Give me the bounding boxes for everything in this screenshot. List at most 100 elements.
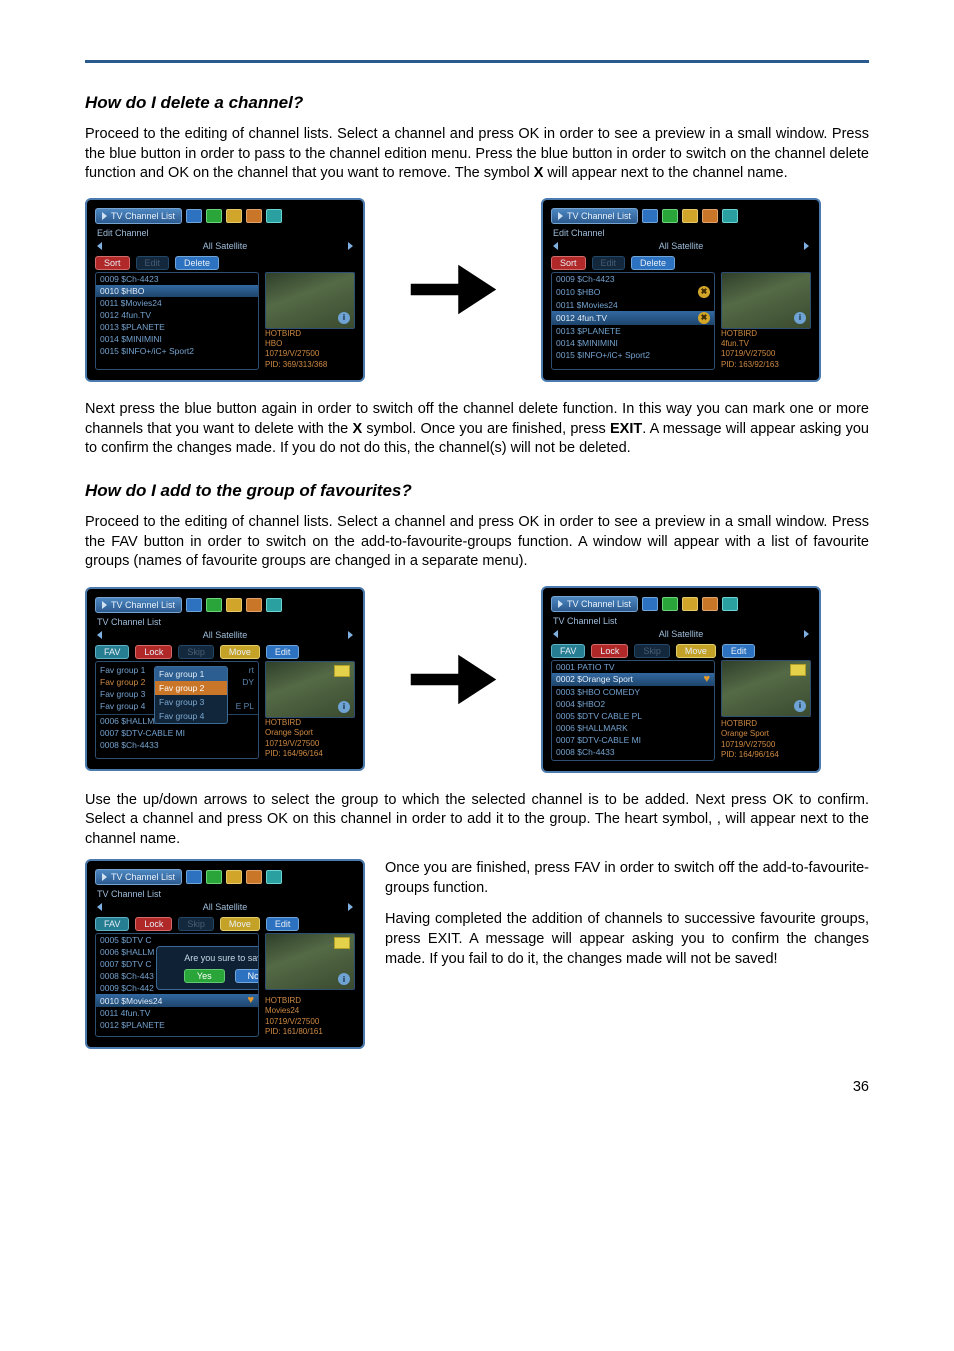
tab-label: TV Channel List [111, 872, 175, 882]
toolbar-icon [722, 597, 738, 611]
fav-popup-row: Fav group 1 [155, 667, 227, 681]
pill-skip: Skip [178, 917, 214, 931]
meta-line: 10719/V/27500 [721, 349, 811, 359]
satellite-name: All Satellite [203, 630, 248, 640]
satellite-selector: All Satellite [95, 629, 355, 641]
screenshot-fav-right: TV Channel List TV Channel List All Sate… [541, 586, 821, 773]
page-number: 36 [85, 1079, 869, 1095]
delete-mark-icon: ✖ [698, 312, 710, 324]
pill-move: Move [676, 644, 716, 658]
satellite-selector: All Satellite [95, 240, 355, 252]
channel-row: 0005 $DTV CABLE PL [552, 710, 714, 722]
channel-row: 0013 $PLANETE [96, 321, 258, 333]
preview-window: i [721, 272, 811, 329]
channel-meta: HOTBIRD Movies24 10719/V/27500 PID: 161/… [265, 996, 355, 1038]
channel-row: 0012 $PLANETE [96, 1019, 258, 1031]
info-icon: i [794, 312, 806, 324]
toolbar-icon [186, 598, 202, 612]
bold-x: X [534, 165, 544, 181]
toolbar-icon [642, 209, 658, 223]
play-icon [102, 212, 107, 220]
channel-row: 0012 4fun.TV [96, 309, 258, 321]
meta-line: 10719/V/27500 [265, 1017, 355, 1027]
para-fav-after-1: Once you are finished, press FAV in orde… [385, 859, 869, 898]
channel-row: 0007 $DTV-CABLE MI [96, 727, 258, 739]
save-dialog: Are you sure to save? Yes No [156, 946, 259, 990]
play-icon [558, 600, 563, 608]
meta-line: PID: 161/80/161 [265, 1027, 355, 1037]
toolbar-icon [226, 598, 242, 612]
satellite-selector: All Satellite [95, 901, 355, 913]
toolbar-icon [206, 870, 222, 884]
heading-delete: How do I delete a channel? [85, 93, 869, 113]
toolbar-icon [246, 598, 262, 612]
chevron-right-icon [804, 242, 809, 250]
page-top-rule [85, 60, 869, 63]
channel-row: 0008 $Ch-4433 [96, 739, 258, 751]
info-icon: i [338, 973, 350, 985]
delete-mark-icon: ✖ [698, 286, 710, 298]
chevron-right-icon [804, 630, 809, 638]
satellite-name: All Satellite [659, 241, 704, 251]
toolbar-icon [226, 870, 242, 884]
fav-group: Fav group 1 [100, 665, 145, 675]
channel-row: 0015 $INFO+/iC+ Sport2 [96, 345, 258, 357]
pill-edit: Edit [266, 917, 300, 931]
channel-row-selected: 0002 $Orange Sport ♥ [552, 673, 714, 686]
arrow-right-icon [406, 632, 501, 727]
tab-tv-channel-list: TV Channel List [95, 208, 182, 224]
text: symbol. Once you are finished, press [362, 421, 610, 437]
pill-delete: Delete [175, 256, 219, 270]
channel-row: 0009 $Ch-4423 [96, 273, 258, 285]
channel-row: 0011 $Movies24 [552, 299, 714, 311]
chevron-right-icon [348, 903, 353, 911]
preview-window: i [265, 272, 355, 329]
toolbar-icon [246, 870, 262, 884]
channel-row-selected: 0010 $HBO [96, 285, 258, 297]
fav-popup-row-selected: Fav group 2 [155, 681, 227, 695]
toolbar-icon [722, 209, 738, 223]
channel-row: 0005 $DTV C [96, 934, 258, 946]
para-delete-intro: Proceed to the editing of channel lists.… [85, 125, 869, 184]
pill-lock: Lock [135, 645, 172, 659]
bg-hint: rt [249, 665, 254, 675]
figure-row-fav: TV Channel List TV Channel List All Sate… [85, 586, 869, 773]
panel-title: Edit Channel [553, 228, 811, 238]
preview-window: i [265, 933, 355, 990]
chevron-right-icon [348, 242, 353, 250]
channel-list: 0009 $Ch-4423 0010 $HBO ✖ 0011 $Movies24… [551, 272, 715, 371]
dialog-no-button: No [235, 969, 259, 983]
meta-line: 10719/V/27500 [265, 349, 355, 359]
bg-hint: DY [242, 677, 254, 687]
channel-row-selected: 0012 4fun.TV ✖ [552, 311, 714, 325]
channel-name: 0010 $HBO [556, 287, 600, 297]
fav-group: Fav group 2 [100, 677, 145, 687]
meta-line: HOTBIRD [265, 996, 355, 1006]
meta-line: 10719/V/27500 [721, 740, 811, 750]
channel-meta: HOTBIRD 4fun.TV 10719/V/27500 PID: 163/9… [721, 329, 811, 371]
channel-list: 0009 $Ch-4423 0010 $HBO 0011 $Movies24 0… [95, 272, 259, 371]
satellite-selector: All Satellite [551, 240, 811, 252]
chevron-left-icon [97, 242, 102, 250]
channel-list: 0005 $DTV C 0006 $HALLM 0007 $DTV C 0008… [95, 933, 259, 1037]
pill-move: Move [220, 917, 260, 931]
channel-row: 0011 $Movies24 [96, 297, 258, 309]
screenshot-edit-right: TV Channel List Edit Channel All Satelli… [541, 198, 821, 383]
channel-name: 0012 4fun.TV [556, 313, 607, 323]
para-fav-mid: Use the up/down arrows to select the gro… [85, 791, 869, 850]
toolbar-icon [206, 598, 222, 612]
fav-group-popup: Fav group 1 Fav group 2 Fav group 3 Fav … [154, 666, 228, 724]
meta-line: PID: 164/96/164 [265, 749, 355, 759]
toolbar-icon [702, 209, 718, 223]
toolbar-icon [642, 597, 658, 611]
tab-label: TV Channel List [111, 211, 175, 221]
channel-row: 0013 $PLANETE [552, 325, 714, 337]
toolbar-icon [226, 209, 242, 223]
panel-title: Edit Channel [97, 228, 355, 238]
bold-x: X [352, 421, 362, 437]
channel-list: Fav group 1 rt Fav group 2 DY Fav group … [95, 661, 259, 760]
channel-list: 0001 PATIO TV 0002 $Orange Sport ♥ 0003 … [551, 660, 715, 761]
para-fav-intro: Proceed to the editing of channel lists.… [85, 513, 869, 572]
panel-title: TV Channel List [97, 889, 355, 899]
chevron-left-icon [553, 630, 558, 638]
